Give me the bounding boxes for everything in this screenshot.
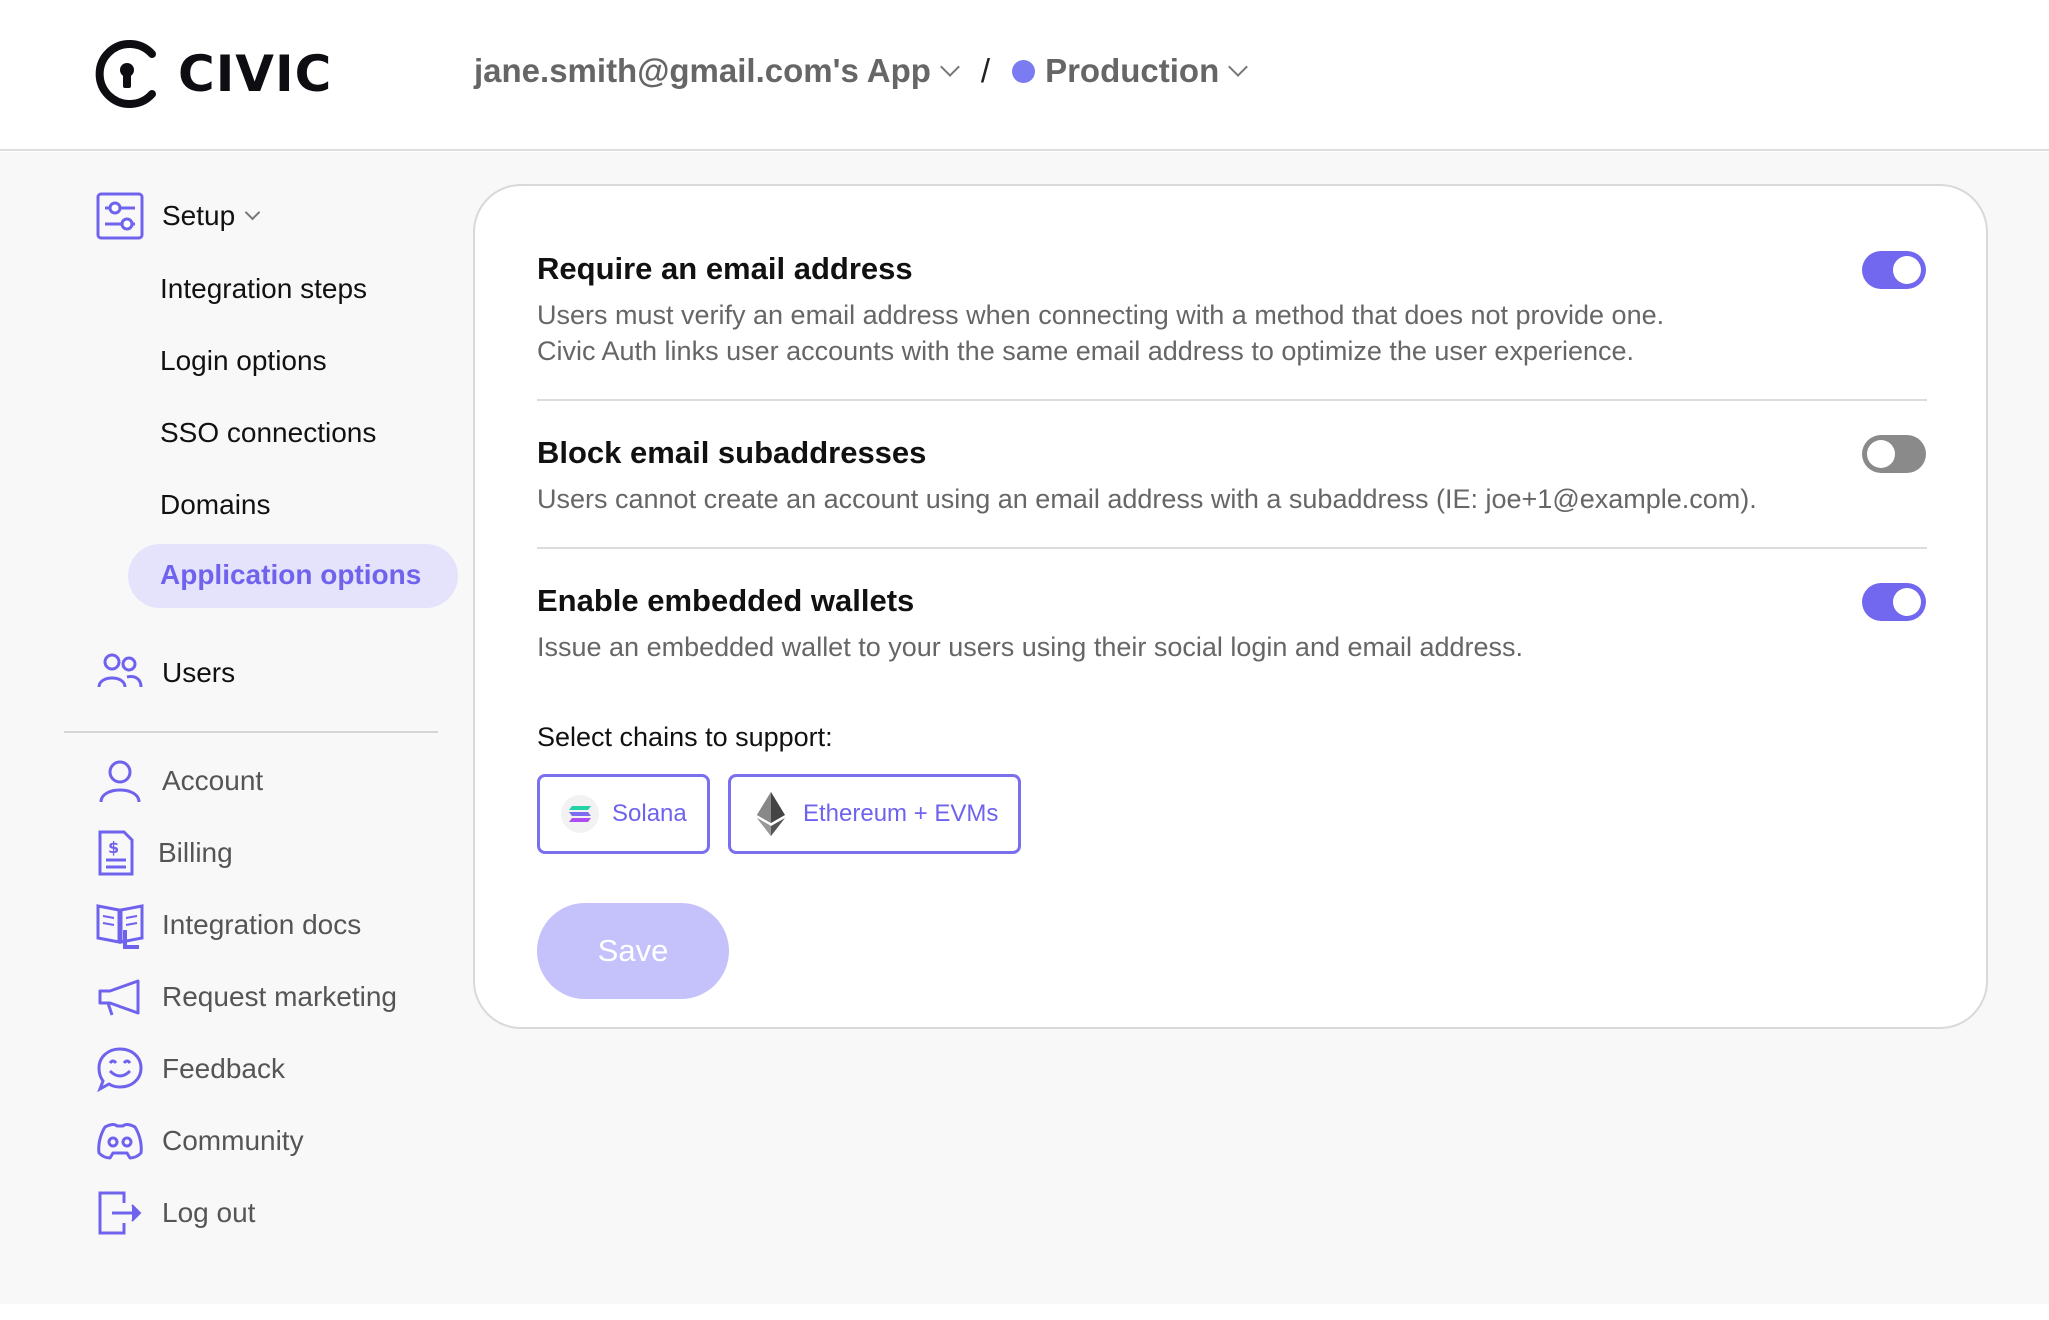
logout-icon (94, 1187, 146, 1239)
sidebar-item-label: Billing (158, 837, 233, 868)
sidebar-subitem-application-options[interactable]: Application options (128, 544, 458, 608)
breadcrumb-separator: / (980, 52, 991, 89)
sidebar-divider (64, 731, 438, 733)
sidebar-subitem-sso-connections[interactable]: SSO connections (160, 417, 376, 449)
embedded-wallets-description: Issue an embedded wallet to your users u… (537, 632, 1524, 662)
chevron-down-icon (940, 57, 960, 77)
smile-chat-icon (94, 1043, 146, 1095)
block-subaddresses-description: Users cannot create an account using an … (537, 484, 1757, 514)
main-area: Setup Integration steps Login options SS… (0, 152, 2049, 1304)
section-divider (537, 399, 1927, 401)
megaphone-icon (94, 971, 146, 1023)
toggle-knob (1867, 440, 1895, 468)
block-subaddresses-title: Block email subaddresses (537, 435, 927, 470)
environment-selector[interactable]: Production (1012, 52, 1249, 90)
chain-label: Ethereum + EVMs (803, 800, 999, 827)
ethereum-icon (751, 792, 791, 836)
chain-solana-button[interactable]: Solana (537, 774, 710, 854)
top-header: CIVIC jane.smith@gmail.com's App / Produ… (0, 0, 2049, 151)
block-subaddresses-toggle[interactable] (1862, 435, 1926, 473)
sidebar-item-label: Account (162, 765, 264, 796)
save-button[interactable]: Save (537, 903, 729, 999)
embedded-wallets-toggle[interactable] (1862, 583, 1926, 621)
description-line: Users must verify an email address when … (537, 300, 1665, 330)
sidebar-item-community[interactable]: Community (94, 1115, 304, 1167)
sidebar-item-request-marketing[interactable]: Request marketing (94, 971, 397, 1023)
sidebar-item-feedback[interactable]: Feedback (94, 1043, 285, 1095)
civic-lock-icon (95, 40, 156, 108)
sidebar-item-label: Community (162, 1125, 304, 1156)
embedded-wallets-title: Enable embedded wallets (537, 583, 915, 618)
require-email-toggle[interactable] (1862, 251, 1926, 289)
require-email-title: Require an email address (537, 251, 913, 286)
book-icon (94, 899, 146, 951)
environment-name: Production (1045, 52, 1220, 89)
sidebar-item-integration-docs[interactable]: Integration docs (94, 899, 361, 951)
sidebar-subitem-domains[interactable]: Domains (160, 489, 270, 521)
sidebar: Setup Integration steps Login options SS… (0, 152, 460, 1304)
sidebar-subitem-login-options[interactable]: Login options (160, 345, 327, 377)
sidebar-subitem-integration-steps[interactable]: Integration steps (160, 273, 367, 305)
sidebar-item-users[interactable]: Users (94, 647, 235, 699)
app-name: jane.smith@gmail.com's App (474, 52, 931, 89)
toggle-knob (1893, 588, 1921, 616)
svg-text:$: $ (108, 838, 119, 857)
chain-label: Solana (612, 800, 687, 827)
sidebar-item-log-out[interactable]: Log out (94, 1187, 255, 1239)
logo-text: CIVIC (178, 45, 333, 103)
sidebar-item-label: Log out (162, 1197, 256, 1228)
user-icon (94, 755, 146, 807)
chains-label: Select chains to support: (537, 722, 833, 752)
sliders-icon (94, 190, 146, 242)
discord-icon (94, 1115, 146, 1167)
chevron-down-icon (244, 204, 261, 220)
sidebar-item-label: Feedback (162, 1053, 285, 1084)
chevron-down-icon (1228, 57, 1249, 77)
chain-ethereum-button[interactable]: Ethereum + EVMs (728, 774, 1022, 854)
sidebar-item-label: Request marketing (162, 981, 398, 1012)
toggle-knob (1893, 256, 1921, 284)
sidebar-item-label: Users (162, 657, 236, 688)
sidebar-subitem-label: Application options (160, 559, 422, 590)
solana-icon (560, 794, 600, 834)
sidebar-item-billing[interactable]: $ Billing (90, 827, 233, 879)
breadcrumb: jane.smith@gmail.com's App / Production (474, 52, 1249, 90)
sidebar-item-account[interactable]: Account (94, 755, 263, 807)
require-email-description: Users must verify an email address when … (537, 297, 1664, 369)
app-selector[interactable]: jane.smith@gmail.com's App (474, 52, 960, 90)
description-line: Civic Auth links user accounts with the … (537, 336, 1635, 366)
application-options-card: Require an email address Users must veri… (473, 184, 1988, 1029)
invoice-icon: $ (90, 827, 142, 879)
sidebar-item-label: Setup (162, 200, 236, 231)
sidebar-item-setup[interactable]: Setup (94, 190, 261, 242)
users-icon (94, 647, 146, 699)
sidebar-item-label: Integration docs (162, 909, 362, 940)
section-divider (537, 547, 1927, 549)
civic-logo[interactable]: CIVIC (94, 38, 332, 110)
environment-status-dot (1012, 59, 1036, 83)
